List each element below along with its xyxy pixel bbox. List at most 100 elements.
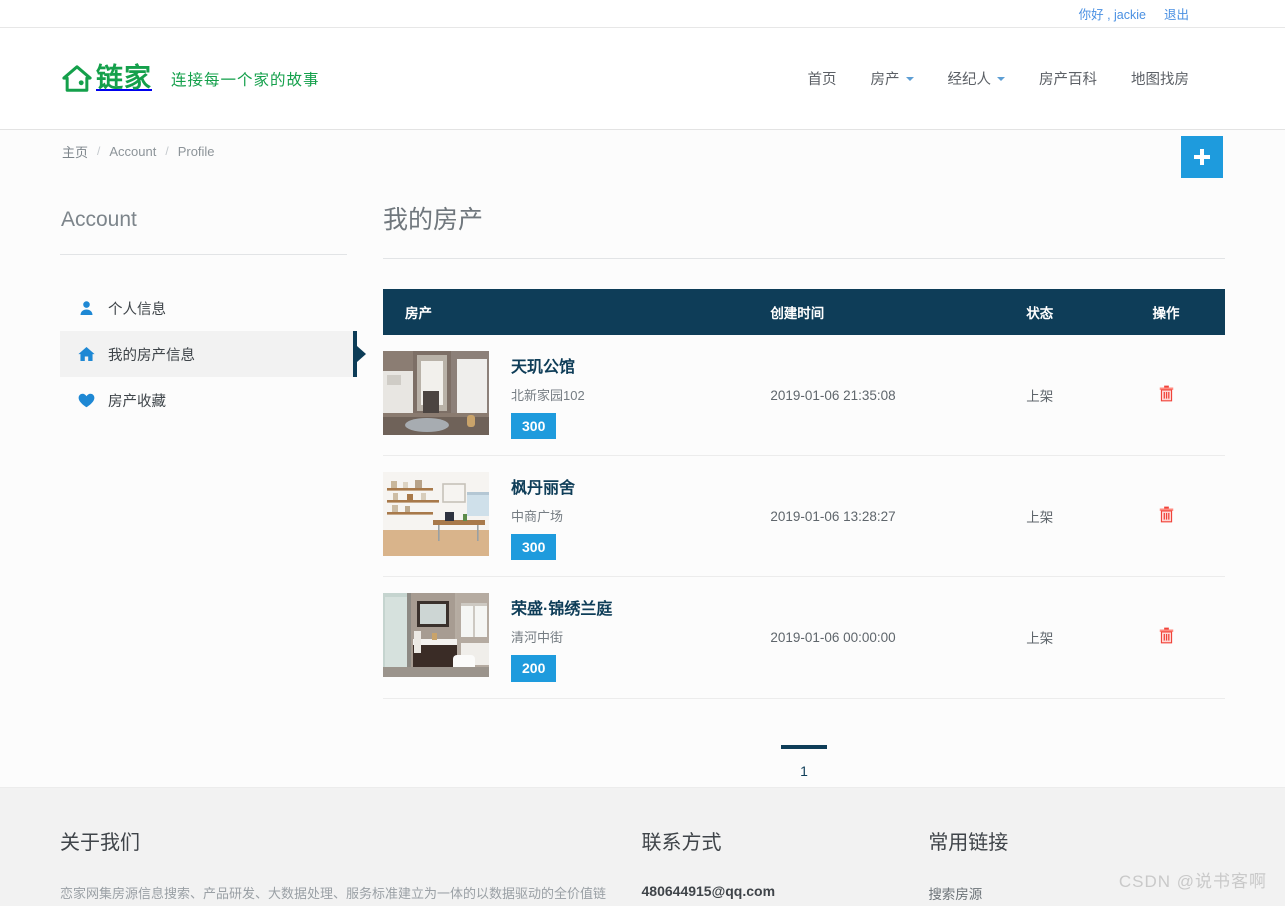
property-thumbnail[interactable] [383, 351, 489, 435]
breadcrumb-account[interactable]: Account [109, 144, 156, 159]
footer-links-title: 常用链接 [928, 832, 1009, 854]
main-nav: 首页 房产 经纪人 房产百科 地图找房 [808, 68, 1190, 89]
sidebar-item-label: 个人信息 [108, 301, 166, 318]
properties-table: 房产 创建时间 状态 操作 天玑公馆 北新家园102 300 2019-01-0… [383, 289, 1225, 699]
property-thumbnail[interactable] [383, 593, 489, 678]
sidebar-item-label: 房产收藏 [108, 393, 166, 410]
nav-label: 房产 [870, 72, 900, 88]
property-address: 清河中街 [511, 630, 564, 646]
nav-item-agents[interactable]: 经纪人 [947, 68, 1005, 89]
property-cell: 荣盛·锦绣兰庭 清河中街 200 [383, 576, 771, 699]
property-cell: 天玑公馆 北新家园102 300 [383, 335, 771, 457]
table-row: 枫丹丽舍 中商广场 300 2019-01-06 13:28:27 上架 [383, 455, 1225, 578]
nav-label: 房产百科 [1039, 72, 1097, 88]
plus-icon [1194, 149, 1210, 165]
breadcrumb-separator: / [165, 144, 169, 158]
property-name-link[interactable]: 天玑公馆 [511, 353, 585, 377]
column-header-action: 操作 [1107, 289, 1225, 335]
logout-link[interactable]: 退出 [1164, 4, 1189, 23]
status-badge: 上架 [972, 576, 1108, 699]
nav-item-map-search[interactable]: 地图找房 [1131, 68, 1189, 89]
page-container: 主页 / Account / Profile Account 个人信息 我的房产… [0, 130, 1285, 788]
breadcrumb: 主页 / Account / Profile [0, 130, 1285, 178]
action-cell [1107, 455, 1225, 578]
main-content: 我的房产 房产 创建时间 状态 操作 天玑公馆 北新家园102 300 2019… [355, 172, 1225, 779]
nav-item-properties[interactable]: 房产 [871, 68, 914, 89]
action-cell [1107, 576, 1225, 699]
greeting-link[interactable]: 你好 , jackie [1079, 4, 1146, 23]
brand-name: 链家 [96, 63, 152, 93]
footer-email-link[interactable]: 480644915@qq.com [642, 883, 776, 899]
trash-icon [1159, 385, 1174, 405]
status-badge: 上架 [972, 335, 1108, 457]
nav-label: 首页 [807, 72, 837, 88]
property-address: 中商广场 [511, 509, 564, 525]
brand-tagline: 连接每一个家的故事 [171, 71, 320, 89]
nav-label: 经纪人 [947, 72, 992, 88]
property-thumbnail[interactable] [383, 472, 489, 557]
top-utility-bar: 你好 , jackie 退出 [0, 0, 1285, 28]
property-name-link[interactable]: 荣盛·锦绣兰庭 [511, 595, 612, 619]
delete-button[interactable] [1159, 385, 1174, 402]
chevron-down-icon [997, 76, 1005, 81]
pagination: 1 [383, 744, 1225, 779]
footer-contact-title: 联系方式 [641, 832, 722, 854]
sidebar-item-personal-info[interactable]: 个人信息 [60, 285, 355, 331]
price-badge: 300 [511, 413, 557, 440]
delete-button[interactable] [1159, 506, 1174, 523]
breadcrumb-home[interactable]: 主页 [62, 142, 88, 161]
column-header-created: 创建时间 [770, 289, 973, 335]
created-time: 2019-01-06 13:28:27 [770, 455, 973, 578]
nav-item-home[interactable]: 首页 [808, 68, 837, 89]
chevron-down-icon [905, 76, 914, 81]
action-cell [1107, 335, 1225, 457]
created-time: 2019-01-06 00:00:00 [770, 576, 973, 699]
house-logo-icon [62, 64, 92, 94]
footer-contact-column: 联系方式 480644915@qq.com [642, 826, 929, 906]
title-divider [383, 258, 1225, 259]
breadcrumb-separator: / [97, 144, 101, 158]
site-footer: 关于我们 恋家网集房源信息搜索、产品研发、大数据处理、服务标准建立为一体的以数据… [0, 788, 1285, 906]
table-row: 天玑公馆 北新家园102 300 2019-01-06 21:35:08 上架 [383, 335, 1225, 457]
footer-about-text: 恋家网集房源信息搜索、产品研发、大数据处理、服务标准建立为一体的以数据驱动的全价… [60, 886, 607, 901]
property-cell: 枫丹丽舍 中商广场 300 [383, 455, 771, 578]
column-header-property: 房产 [383, 289, 771, 335]
delete-button[interactable] [1159, 627, 1174, 644]
footer-about-title: 关于我们 [60, 832, 140, 854]
pagination-page-1[interactable]: 1 [781, 744, 827, 779]
table-row: 荣盛·锦绣兰庭 清河中街 200 2019-01-06 00:00:00 上架 [383, 576, 1225, 699]
nav-item-encyclopedia[interactable]: 房产百科 [1039, 68, 1097, 89]
site-header: 链家 连接每一个家的故事 首页 房产 经纪人 房产百科 地图找房 [0, 28, 1285, 130]
page-title: 我的房产 [383, 206, 484, 234]
price-badge: 300 [511, 534, 557, 561]
watermark: CSDN @说书客啊 [1118, 872, 1267, 891]
sidebar-item-favorites[interactable]: 房产收藏 [60, 377, 355, 423]
sidebar-item-label: 我的房产信息 [108, 347, 195, 364]
price-badge: 200 [511, 655, 557, 682]
table-header-row: 房产 创建时间 状态 操作 [383, 289, 1225, 335]
sidebar-title: Account [61, 208, 137, 231]
status-badge: 上架 [972, 455, 1108, 578]
table-head: 房产 创建时间 状态 操作 [383, 289, 1225, 335]
sidebar-item-my-properties[interactable]: 我的房产信息 [60, 331, 366, 377]
table-body: 天玑公馆 北新家园102 300 2019-01-06 21:35:08 上架 [383, 335, 1225, 699]
user-icon [76, 300, 96, 316]
column-header-status: 状态 [972, 289, 1108, 335]
page-body: Account 个人信息 我的房产信息 房产收藏 我的房产 房产 创建时间 状态… [0, 172, 1285, 779]
active-indicator-arrow [353, 331, 366, 377]
heart-icon [76, 393, 96, 408]
footer-about-column: 关于我们 恋家网集房源信息搜索、产品研发、大数据处理、服务标准建立为一体的以数据… [60, 826, 642, 906]
nav-label: 地图找房 [1131, 72, 1189, 88]
property-name-link[interactable]: 枫丹丽舍 [511, 474, 575, 498]
brand-logo[interactable]: 链家 [62, 64, 152, 94]
property-address: 北新家园102 [511, 388, 585, 403]
sidebar-divider [60, 254, 347, 255]
breadcrumb-profile: Profile [177, 143, 215, 159]
footer-links-column: 常用链接 搜索房源 [928, 826, 1225, 906]
account-sidebar: Account 个人信息 我的房产信息 房产收藏 [60, 172, 366, 779]
house-icon [76, 346, 96, 362]
trash-icon [1159, 506, 1174, 526]
trash-icon [1159, 628, 1174, 647]
footer-link-search-properties[interactable]: 搜索房源 [928, 887, 982, 902]
add-property-button[interactable] [1181, 136, 1223, 178]
